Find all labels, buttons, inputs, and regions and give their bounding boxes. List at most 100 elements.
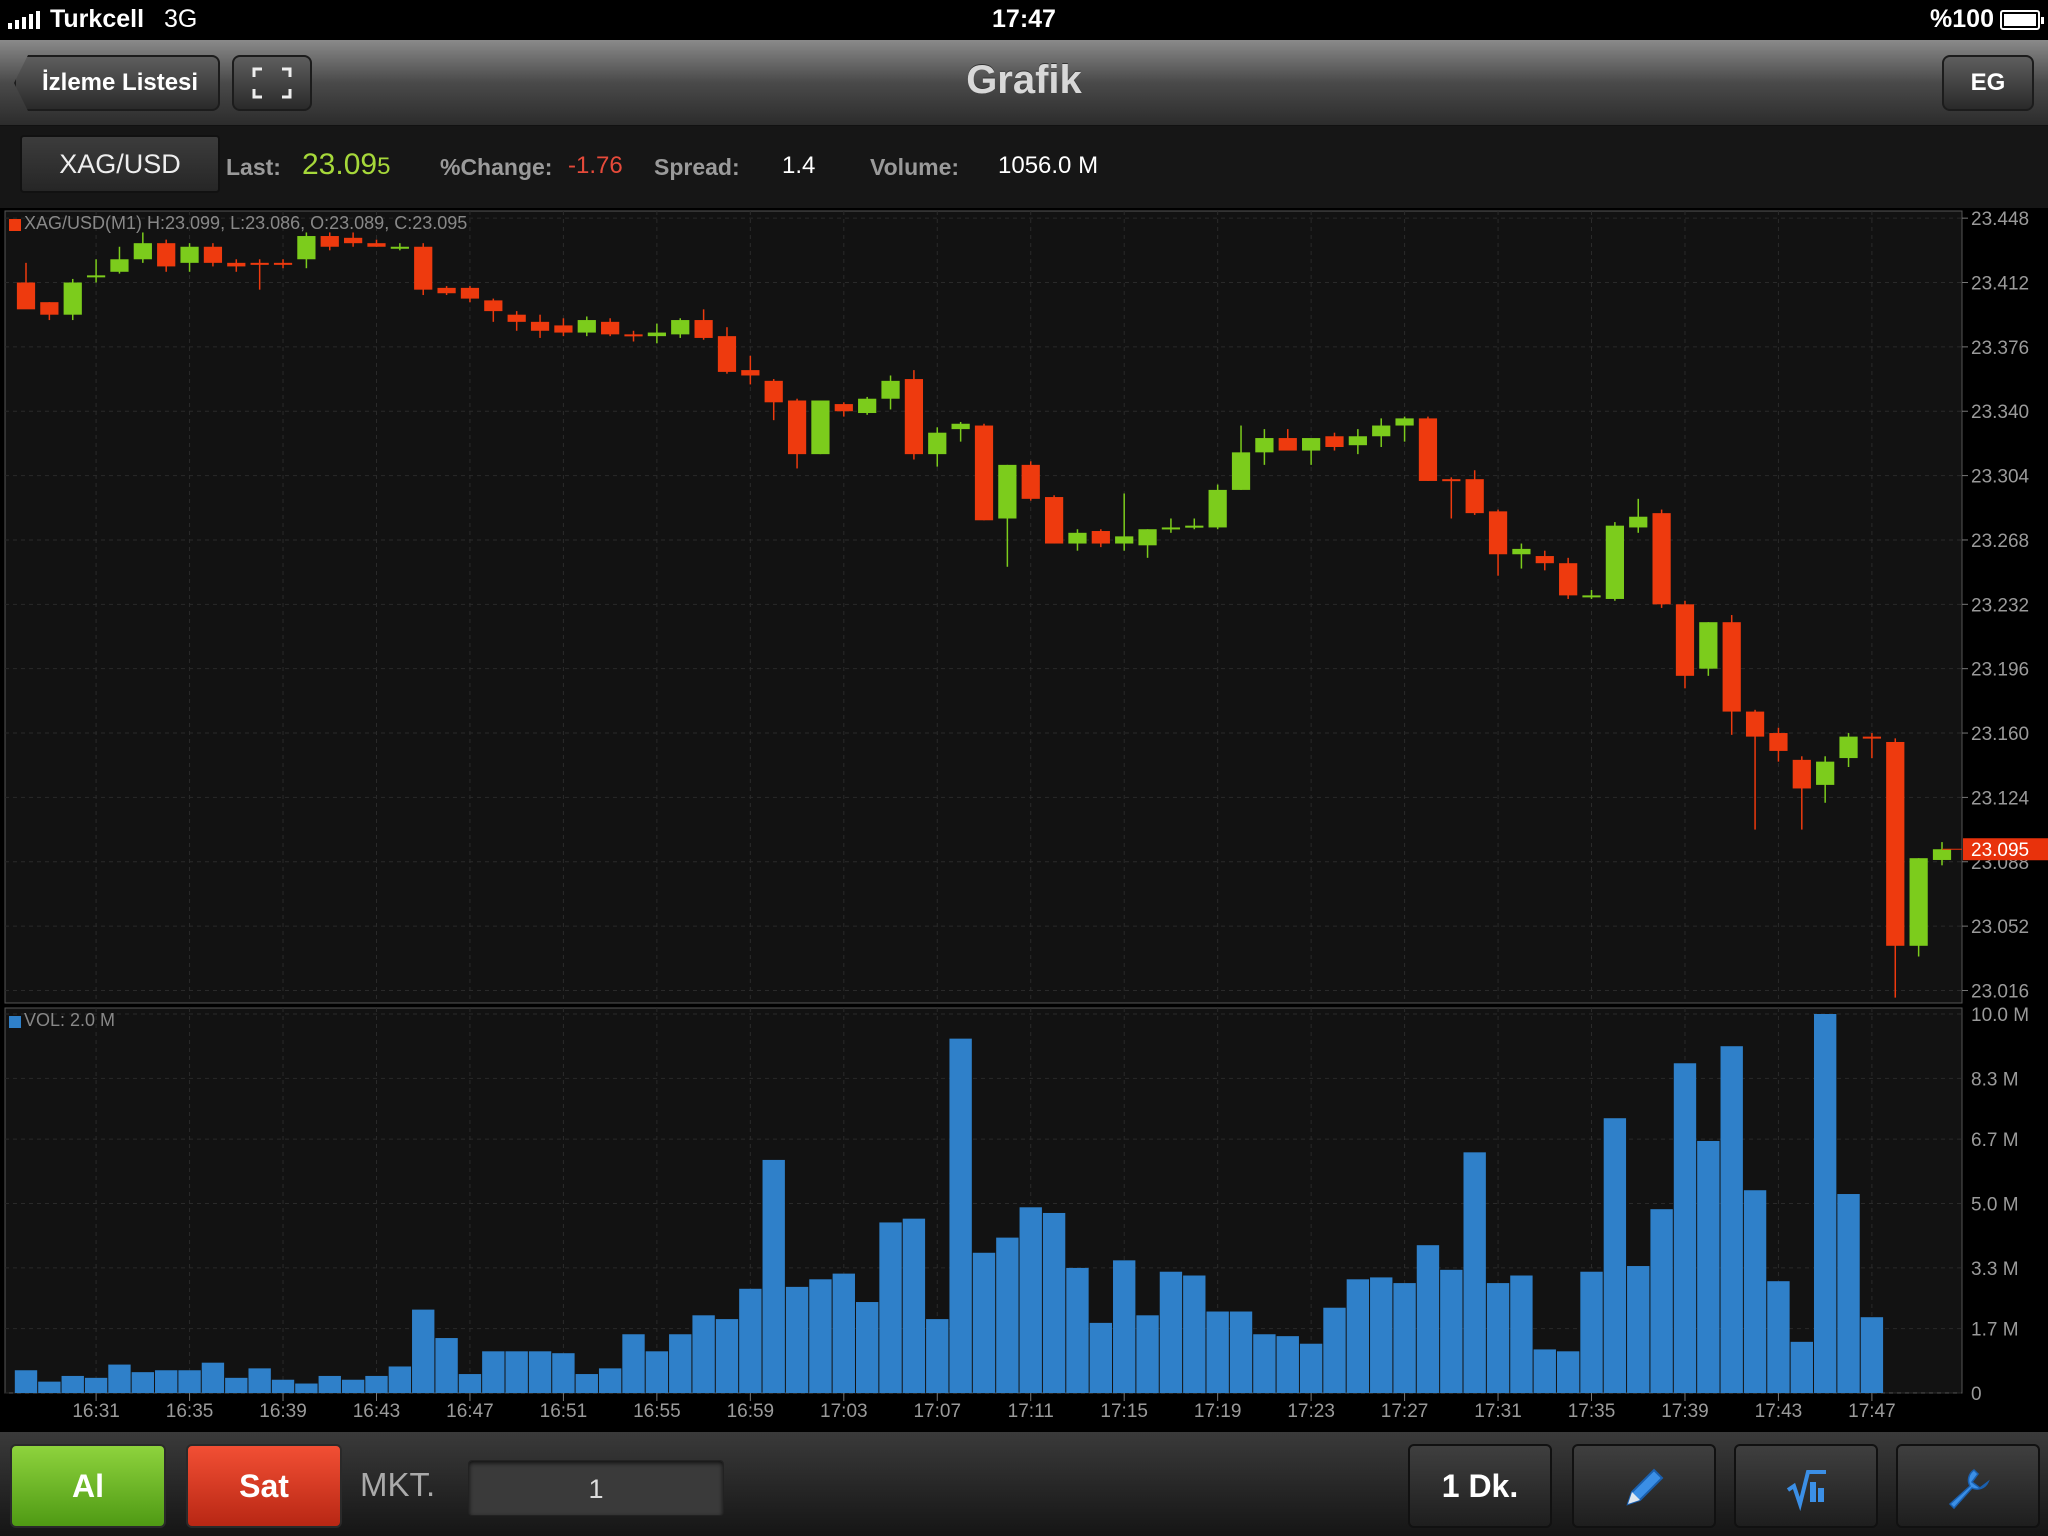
volume-bar bbox=[84, 1377, 108, 1393]
status-bar: Turkcell 3G 17:47 %100 bbox=[0, 0, 2048, 40]
candle-body bbox=[1021, 464, 1040, 499]
volume-bar bbox=[178, 1370, 201, 1393]
candle-body bbox=[460, 287, 480, 299]
volume-bar bbox=[1790, 1341, 1813, 1393]
candle-body bbox=[1816, 761, 1835, 785]
status-clock: 17:47 bbox=[992, 5, 1056, 33]
volume-bar bbox=[762, 1159, 785, 1393]
quantity-input[interactable]: 1 bbox=[468, 1460, 724, 1516]
candle-body bbox=[390, 246, 409, 249]
candle-body bbox=[647, 332, 666, 337]
volume-label: Volume: bbox=[870, 154, 960, 180]
volume-bar bbox=[1440, 1269, 1463, 1393]
time-tick-label: 16:39 bbox=[259, 1401, 307, 1422]
symbol-selector[interactable]: XAG/USD bbox=[20, 135, 220, 193]
volume-bar bbox=[482, 1351, 505, 1393]
volume-bar bbox=[1463, 1152, 1486, 1393]
price-tick-label: 23.376 bbox=[1971, 338, 2029, 359]
volume-bar bbox=[1767, 1281, 1790, 1393]
volume-bar bbox=[996, 1237, 1019, 1393]
candle-body bbox=[554, 325, 573, 333]
volume-tick-label: 3.3 M bbox=[1971, 1259, 2019, 1280]
candle-body bbox=[133, 243, 152, 260]
price-volume-chart[interactable]: 23.448 23.412 23.376 23.340 23.304 23.268 23.2… bbox=[0, 208, 2048, 1431]
indicator-button[interactable] bbox=[1734, 1444, 1878, 1528]
volume-bar bbox=[832, 1273, 855, 1393]
candle-body bbox=[694, 320, 713, 338]
price-pane bbox=[4, 210, 1963, 1004]
candle-body bbox=[601, 321, 620, 335]
time-tick-label: 17:43 bbox=[1755, 1401, 1803, 1422]
time-tick-label: 16:31 bbox=[72, 1401, 120, 1422]
volume-bar bbox=[926, 1319, 949, 1393]
settings-button[interactable] bbox=[1896, 1444, 2040, 1528]
candle-body bbox=[1302, 438, 1321, 451]
volume-bar bbox=[201, 1362, 225, 1393]
time-tick-label: 17:47 bbox=[1848, 1401, 1896, 1422]
volume-bar bbox=[155, 1370, 178, 1393]
volume-tick-label: 1.7 M bbox=[1971, 1320, 2019, 1341]
draw-button[interactable] bbox=[1572, 1444, 1716, 1528]
buy-button[interactable]: Al bbox=[10, 1444, 166, 1528]
last-value: 23.095 bbox=[302, 148, 390, 182]
volume-bar bbox=[1183, 1275, 1206, 1393]
volume-bar bbox=[248, 1368, 271, 1393]
candle-body bbox=[881, 380, 900, 399]
volume-bar bbox=[435, 1338, 458, 1393]
volume-bar bbox=[1019, 1207, 1042, 1393]
volume-bar bbox=[458, 1374, 482, 1393]
volume-bar bbox=[1603, 1118, 1627, 1393]
candle-body bbox=[858, 398, 877, 414]
price-legend-swatch bbox=[9, 219, 21, 231]
volume-bar bbox=[1813, 1014, 1837, 1393]
last-price-label: 23.095 bbox=[1971, 840, 2029, 861]
volume-bar bbox=[131, 1372, 155, 1393]
volume-bar bbox=[365, 1375, 388, 1393]
candle-body bbox=[180, 246, 199, 263]
volume-bar bbox=[1720, 1046, 1743, 1393]
candle-body bbox=[1652, 513, 1671, 605]
volume-bar bbox=[1393, 1283, 1416, 1393]
price-tick-label: 23.304 bbox=[1971, 467, 2030, 488]
time-tick-label: 16:59 bbox=[727, 1401, 775, 1422]
candle-body bbox=[1769, 733, 1788, 751]
volume-bar bbox=[785, 1286, 809, 1393]
volume-bar bbox=[692, 1315, 715, 1393]
candle-body bbox=[1839, 736, 1858, 759]
candle-body bbox=[16, 282, 36, 310]
candle-body bbox=[904, 379, 924, 455]
volume-bar bbox=[1159, 1271, 1183, 1393]
candle-body bbox=[1699, 622, 1718, 669]
period-button[interactable]: 1 Dk. bbox=[1408, 1444, 1552, 1528]
candle-body bbox=[250, 262, 269, 265]
candle-body bbox=[834, 404, 853, 412]
time-tick-label: 17:07 bbox=[913, 1401, 961, 1422]
candle-body bbox=[1535, 556, 1554, 564]
sell-button[interactable]: Sat bbox=[186, 1444, 342, 1528]
time-tick-label: 17:39 bbox=[1661, 1401, 1709, 1422]
volume-bar bbox=[14, 1370, 38, 1393]
volume-tick-label: 10.0 M bbox=[1971, 1005, 2029, 1026]
candle-body bbox=[1605, 525, 1624, 599]
candle-body bbox=[507, 314, 526, 322]
volume-bar bbox=[879, 1222, 902, 1393]
candle-body bbox=[1115, 536, 1134, 544]
last-value-pip: 5 bbox=[377, 153, 391, 180]
volume-bar bbox=[318, 1375, 341, 1393]
candle-body bbox=[671, 320, 690, 335]
candle-body bbox=[157, 243, 176, 267]
volume-bar bbox=[1089, 1322, 1113, 1393]
volume-bar bbox=[1042, 1212, 1066, 1393]
price-tick-label: 23.340 bbox=[1971, 402, 2029, 423]
volume-legend-swatch bbox=[9, 1016, 21, 1028]
price-tick-label: 23.160 bbox=[1971, 724, 2029, 745]
volume-bar bbox=[1743, 1190, 1767, 1393]
candle-body bbox=[764, 380, 783, 403]
eg-button[interactable]: EG bbox=[1942, 55, 2034, 111]
time-tick-label: 16:43 bbox=[353, 1401, 401, 1422]
price-tick-label: 23.196 bbox=[1971, 660, 2029, 681]
volume-bar bbox=[809, 1279, 832, 1393]
chart-area[interactable]: 23.448 23.412 23.376 23.340 23.304 23.268 23.2… bbox=[0, 208, 2048, 1431]
battery-status: %100 bbox=[1930, 5, 2044, 34]
volume-bar bbox=[715, 1319, 739, 1393]
